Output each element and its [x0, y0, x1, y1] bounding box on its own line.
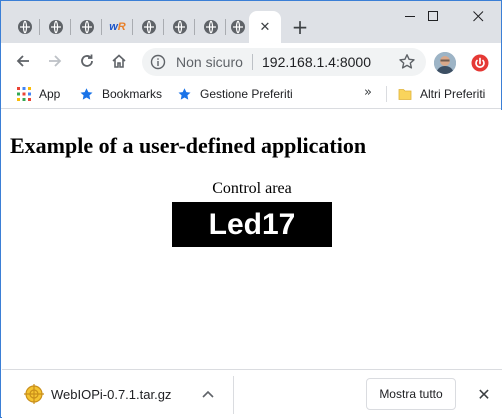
url-text[interactable]: 192.168.1.4:8000: [262, 54, 371, 70]
apps-grid-icon: [17, 87, 31, 101]
page-content: Example of a user-defined application Co…: [2, 110, 502, 369]
address-bar[interactable]: Non sicuro 192.168.1.4:8000: [142, 48, 426, 76]
bookmark-label: Gestione Preferiti: [200, 87, 293, 101]
tab-strip: wR ✕ +: [1, 1, 501, 43]
control-area-label: Control area: [212, 180, 292, 197]
info-icon[interactable]: [150, 54, 166, 70]
reload-button[interactable]: [73, 47, 101, 75]
bookmarks-divider: [386, 86, 387, 102]
tab-1[interactable]: [9, 11, 40, 43]
security-status-text: Non sicuro: [176, 54, 243, 70]
globe-icon: [172, 20, 187, 34]
maximize-icon: [427, 10, 438, 21]
tab-2[interactable]: [40, 11, 71, 43]
extension-icon[interactable]: [470, 53, 490, 73]
address-toolbar: Non sicuro 192.168.1.4:8000: [1, 43, 501, 79]
bookmark-star-icon[interactable]: [398, 53, 416, 71]
globe-icon: [141, 20, 156, 34]
back-button[interactable]: [9, 47, 37, 75]
bookmark-label: Bookmarks: [102, 87, 163, 101]
avatar-icon: [434, 52, 456, 74]
tab-7[interactable]: [195, 11, 226, 43]
address-divider: [252, 54, 253, 70]
bookmark-altri-preferiti[interactable]: Altri Preferiti: [398, 84, 485, 104]
bookmark-app[interactable]: App: [17, 84, 60, 104]
download-options-button[interactable]: [198, 384, 218, 404]
home-icon: [112, 54, 126, 68]
close-window-button[interactable]: [455, 1, 501, 31]
chevron-up-icon: [202, 390, 214, 398]
download-shelf: WebIOPi-0.7.1.tar.gz Mostra tutto ✕: [2, 369, 502, 418]
bookmarks-overflow-button[interactable]: »: [364, 85, 372, 100]
bookmark-bookmarks[interactable]: Bookmarks: [79, 84, 162, 104]
maximize-button[interactable]: [410, 1, 456, 31]
tab-8[interactable]: [226, 11, 249, 43]
bookmark-gestione-preferiti[interactable]: Gestione Preferiti: [177, 84, 293, 104]
forward-button[interactable]: [41, 47, 69, 75]
shelf-divider: [233, 376, 234, 414]
bookmark-label: Altri Preferiti: [420, 87, 486, 101]
globe-icon: [203, 20, 218, 34]
star-icon: [178, 87, 191, 100]
tab-active[interactable]: ✕: [249, 11, 281, 43]
download-file-icon: [24, 384, 44, 404]
bookmark-label: App: [39, 87, 61, 101]
close-shelf-button[interactable]: ✕: [472, 382, 496, 406]
close-icon: ✕: [477, 384, 491, 404]
home-button[interactable]: [105, 47, 133, 75]
tab-3[interactable]: [71, 11, 102, 43]
bookmarks-bar: App Bookmarks Gestione Preferiti » Altri…: [1, 79, 501, 109]
globe-icon: [230, 20, 245, 34]
folder-icon: [398, 89, 412, 100]
browser-window: wR ✕ + Non sicuro 192.168.1.4:8000 App B…: [0, 0, 502, 418]
page-title: Example of a user-defined application: [10, 133, 367, 158]
led17-button[interactable]: Led17: [172, 202, 332, 247]
show-all-button[interactable]: Mostra tutto: [366, 378, 456, 410]
close-icon: [472, 10, 483, 21]
globe-icon: [79, 20, 94, 34]
tab-5[interactable]: [133, 11, 164, 43]
profile-avatar[interactable]: [434, 52, 456, 74]
new-tab-button[interactable]: +: [288, 15, 312, 39]
download-file-name[interactable]: WebIOPi-0.7.1.tar.gz: [51, 387, 171, 402]
back-arrow-icon: [16, 55, 29, 67]
star-icon: [80, 87, 93, 100]
globe-icon: [48, 20, 63, 34]
reload-icon: [81, 54, 93, 67]
tab-4[interactable]: wR: [102, 11, 133, 43]
globe-icon: [17, 20, 32, 34]
tab-6[interactable]: [164, 11, 195, 43]
close-tab-icon[interactable]: ✕: [260, 20, 271, 35]
forward-arrow-icon: [49, 55, 62, 67]
wr-logo-icon: wR: [109, 21, 126, 33]
